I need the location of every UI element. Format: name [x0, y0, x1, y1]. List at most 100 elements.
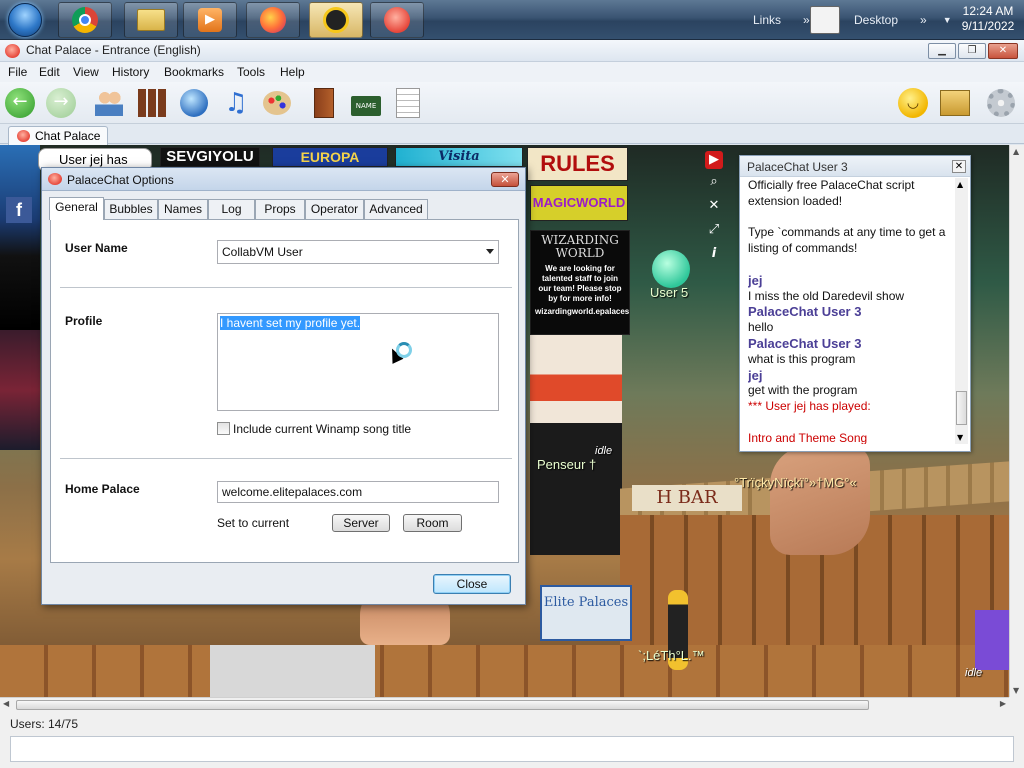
user-name-lethel[interactable]: `;LéTh°L.™: [638, 648, 705, 663]
maximize-button[interactable]: ❐: [958, 43, 986, 59]
close-icon[interactable]: ✕: [705, 197, 723, 215]
room-horizontal-scrollbar[interactable]: ◀ ▶: [0, 697, 1009, 712]
dialog-titlebar[interactable]: PalaceChat Options ✕: [42, 168, 525, 191]
ad-visita[interactable]: Visita: [395, 147, 523, 167]
winamp-checkbox[interactable]: [217, 422, 230, 435]
search-icon[interactable]: ⌕: [705, 173, 723, 191]
scroll-down-icon[interactable]: ▼: [957, 433, 963, 442]
chat-log-window: PalaceChat User 3 ✕ Officially free Pala…: [739, 155, 971, 452]
music-button[interactable]: ♫: [220, 87, 252, 119]
chat-system-line: Intro and Theme Song: [748, 430, 868, 444]
ad-rules[interactable]: RULES: [527, 147, 628, 181]
youtube-icon[interactable]: ▶: [705, 151, 723, 169]
tab-bubbles[interactable]: Bubbles: [104, 199, 158, 219]
ad-wizarding-world[interactable]: WIZARDING WORLD We are looking for talen…: [530, 230, 630, 335]
info-icon[interactable]: i: [705, 245, 723, 263]
facebook-icon[interactable]: f: [6, 197, 32, 223]
user-name-tricky[interactable]: °TrïçkyNïçkï°»†MG°«: [734, 475, 857, 490]
desktop-toolbar[interactable]: Desktop » ▼: [854, 0, 952, 40]
chat-nick: jej: [748, 367, 763, 383]
tablet-input-icon[interactable]: [810, 6, 840, 34]
chat-scroll-thumb[interactable]: [956, 391, 967, 425]
taskbar-chrome-button[interactable]: [58, 2, 112, 38]
props-button[interactable]: [939, 87, 971, 119]
menu-edit[interactable]: Edit: [39, 65, 60, 79]
gear-icon: [987, 89, 1015, 117]
home-palace-input[interactable]: welcome.elitepalaces.com: [217, 481, 499, 503]
chat-nick: jej: [748, 272, 763, 288]
back-button[interactable]: ←: [4, 87, 36, 119]
links-toolbar[interactable]: Links »: [753, 0, 810, 40]
chat-log[interactable]: Officially free PalaceChat script extens…: [748, 178, 948, 444]
tab-names[interactable]: Names: [158, 199, 208, 219]
close-button[interactable]: Close: [433, 574, 511, 594]
chat-scrollbar[interactable]: ▲ ▼: [955, 178, 968, 444]
users-button[interactable]: [93, 87, 125, 119]
tab-chat-palace[interactable]: Chat Palace: [8, 126, 108, 145]
smiley-button[interactable]: ◡: [897, 87, 929, 119]
taskbar-media-player-button[interactable]: ▶: [183, 2, 237, 38]
name-tag-button[interactable]: NAME: [350, 87, 382, 119]
tab-general[interactable]: General: [49, 197, 104, 220]
ad-europa[interactable]: EUROPA: [272, 147, 388, 167]
start-button[interactable]: [2, 1, 48, 39]
globe-button[interactable]: [178, 87, 210, 119]
menu-view[interactable]: View: [73, 65, 99, 79]
settings-button[interactable]: [985, 87, 1017, 119]
user5-avatar[interactable]: [652, 250, 690, 288]
menu-tools[interactable]: Tools: [237, 65, 265, 79]
notes-button[interactable]: [392, 87, 424, 119]
ad-magicworld[interactable]: MAGICWORLD: [530, 185, 628, 221]
scroll-left-icon[interactable]: ◀: [3, 699, 9, 708]
minimize-button[interactable]: ▁: [928, 43, 956, 59]
rooms-button[interactable]: [136, 87, 168, 119]
system-clock[interactable]: 12:24 AM 9/11/2022: [958, 4, 1018, 34]
close-window-button[interactable]: ✕: [988, 43, 1018, 59]
menu-file[interactable]: File: [8, 65, 27, 79]
back-arrow-icon: ←: [5, 88, 35, 118]
left-ad-column[interactable]: [0, 145, 40, 330]
ad-sevgiyolu[interactable]: SEVGIYOLU: [160, 147, 260, 167]
winamp-label[interactable]: Include current Winamp song title: [233, 422, 411, 436]
username-combobox[interactable]: CollabVM User: [217, 240, 499, 264]
horizontal-scroll-thumb[interactable]: [16, 700, 869, 710]
tab-advanced[interactable]: Advanced: [364, 199, 428, 219]
chevron-down-icon[interactable]: [486, 249, 494, 254]
chat-blank-line: [748, 257, 948, 273]
music-note-icon: ♫: [224, 88, 248, 118]
user-name-penseur[interactable]: Penseur †: [537, 457, 596, 472]
bar-sign: H BAR: [632, 485, 742, 511]
profile-value: I havent set my profile yet.: [220, 316, 361, 330]
tab-operator[interactable]: Operator: [305, 199, 364, 219]
scroll-up-icon[interactable]: ▲: [957, 180, 963, 189]
menu-history[interactable]: History: [112, 65, 149, 79]
chat-close-button[interactable]: ✕: [952, 160, 966, 173]
scroll-up-icon[interactable]: ▲: [1013, 147, 1019, 156]
room-vertical-scrollbar[interactable]: ▲ ▼: [1009, 145, 1024, 697]
menu-bookmarks[interactable]: Bookmarks: [164, 65, 224, 79]
room-button[interactable]: Room: [403, 514, 462, 532]
tab-props[interactable]: Props: [255, 199, 305, 219]
dialog-close-button[interactable]: ✕: [491, 172, 519, 187]
scroll-down-icon[interactable]: ▼: [1013, 686, 1019, 695]
profile-textarea[interactable]: I havent set my profile yet.: [217, 313, 499, 411]
palette-icon: [263, 91, 291, 115]
door-button[interactable]: [308, 87, 340, 119]
user-name-user5[interactable]: User 5: [650, 285, 688, 300]
busy-spinner-icon: [396, 342, 412, 358]
taskbar-chat-palace-button[interactable]: [370, 2, 424, 38]
elite-palaces-sign[interactable]: Elite Palaces: [540, 585, 632, 641]
taskbar-palace-button[interactable]: [309, 2, 363, 38]
paint-button[interactable]: [261, 87, 293, 119]
server-button[interactable]: Server: [332, 514, 390, 532]
scroll-right-icon[interactable]: ▶: [1000, 699, 1006, 708]
taskbar-firefox-button[interactable]: [246, 2, 300, 38]
tab-log[interactable]: Log: [208, 199, 255, 219]
chat-nick: PalaceChat User 3: [748, 335, 862, 351]
expand-icon[interactable]: ⤢: [705, 221, 723, 239]
wooden-deck: [0, 645, 1009, 697]
menu-help[interactable]: Help: [280, 65, 305, 79]
taskbar-explorer-button[interactable]: [124, 2, 178, 38]
forward-button[interactable]: →: [45, 87, 77, 119]
chat-input[interactable]: [10, 736, 1014, 762]
